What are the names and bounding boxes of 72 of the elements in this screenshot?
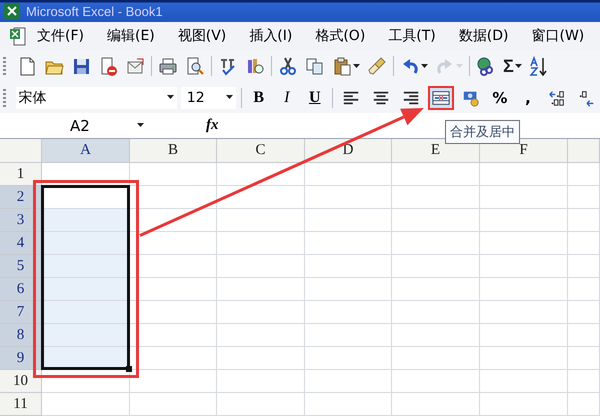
row-header[interactable]: 2 [0, 186, 42, 209]
clipboard-icon [332, 56, 352, 76]
scissors-icon [278, 56, 298, 76]
cell [568, 163, 600, 186]
row-header[interactable]: 11 [0, 393, 42, 416]
font-name-field[interactable]: 宋体 [16, 86, 177, 108]
copy-icon [305, 56, 325, 76]
cell [568, 347, 600, 370]
caret-icon [226, 95, 233, 100]
cell [568, 393, 600, 416]
comma-button[interactable]: , [516, 86, 540, 110]
books-magnifier-icon [245, 56, 265, 76]
column-header[interactable]: F [480, 139, 568, 163]
menu-item[interactable]: 文件(F) [37, 25, 84, 47]
row-header[interactable]: 10 [0, 370, 42, 393]
column-header[interactable]: E [392, 139, 480, 163]
menu-item[interactable]: 格式(O) [315, 25, 366, 47]
percent-button[interactable]: % [488, 86, 512, 110]
magnifier-page-icon [185, 56, 205, 76]
row-header[interactable]: 5 [0, 255, 42, 278]
mail-icon [125, 56, 145, 76]
name-box[interactable]: A2 [0, 114, 150, 138]
toolbar-grip [3, 88, 6, 106]
menu-item[interactable]: 视图(V) [178, 25, 226, 47]
row-header[interactable]: 3 [0, 209, 42, 232]
toolbar-grip [3, 57, 6, 75]
excel-logo-icon [4, 3, 20, 19]
sum-button[interactable]: Σ [501, 54, 524, 78]
font-name: 宋体 [18, 88, 47, 106]
paintbrush-icon [367, 56, 387, 76]
menu-item[interactable]: 工具(T) [388, 25, 436, 47]
menu-item[interactable]: 编辑(E) [106, 25, 155, 47]
caret-icon [421, 64, 428, 68]
column-header[interactable]: A [42, 139, 130, 163]
caret-icon [514, 64, 522, 68]
row-header[interactable]: 4 [0, 232, 42, 255]
row-header[interactable]: 1 [0, 163, 42, 186]
row-header[interactable]: 6 [0, 278, 42, 301]
column-header[interactable]: B [130, 139, 217, 163]
menu-item[interactable]: 插入(I) [249, 25, 292, 47]
cell [568, 186, 600, 209]
underline-button[interactable]: U [302, 86, 327, 110]
printer-icon [158, 56, 178, 76]
caret-icon [456, 64, 463, 68]
cell-reference: A2 [70, 116, 90, 134]
row-header[interactable]: 9 [0, 347, 42, 370]
function-button[interactable]: fx [206, 117, 218, 134]
cell [568, 301, 600, 324]
menu-item[interactable]: 窗口(W) [532, 25, 584, 47]
row-header[interactable]: 7 [0, 301, 42, 324]
caret-icon [137, 123, 144, 128]
cell [568, 324, 600, 347]
font-size: 12 [186, 90, 205, 106]
cell [568, 370, 600, 393]
cell [568, 278, 600, 301]
menu-item[interactable]: 数据(D) [458, 25, 508, 47]
row-header[interactable]: 8 [0, 324, 42, 347]
cell [568, 209, 600, 232]
bold-button[interactable]: B [246, 86, 271, 110]
caret-icon [166, 95, 174, 100]
caret-icon [353, 64, 360, 68]
cell [568, 255, 600, 278]
italic-button[interactable]: I [274, 86, 299, 110]
cell [568, 232, 600, 255]
font-size-field[interactable]: 12 [180, 86, 236, 108]
window-title: Microsoft Excel - Book1 [26, 4, 163, 18]
fill-handle[interactable] [126, 366, 132, 372]
tooltip: 合并及居中 [444, 120, 520, 144]
column-header[interactable]: C [217, 139, 305, 163]
globe-link-icon [476, 56, 496, 76]
merge-button[interactable] [428, 86, 454, 110]
sort-ascending-icon [528, 56, 549, 76]
